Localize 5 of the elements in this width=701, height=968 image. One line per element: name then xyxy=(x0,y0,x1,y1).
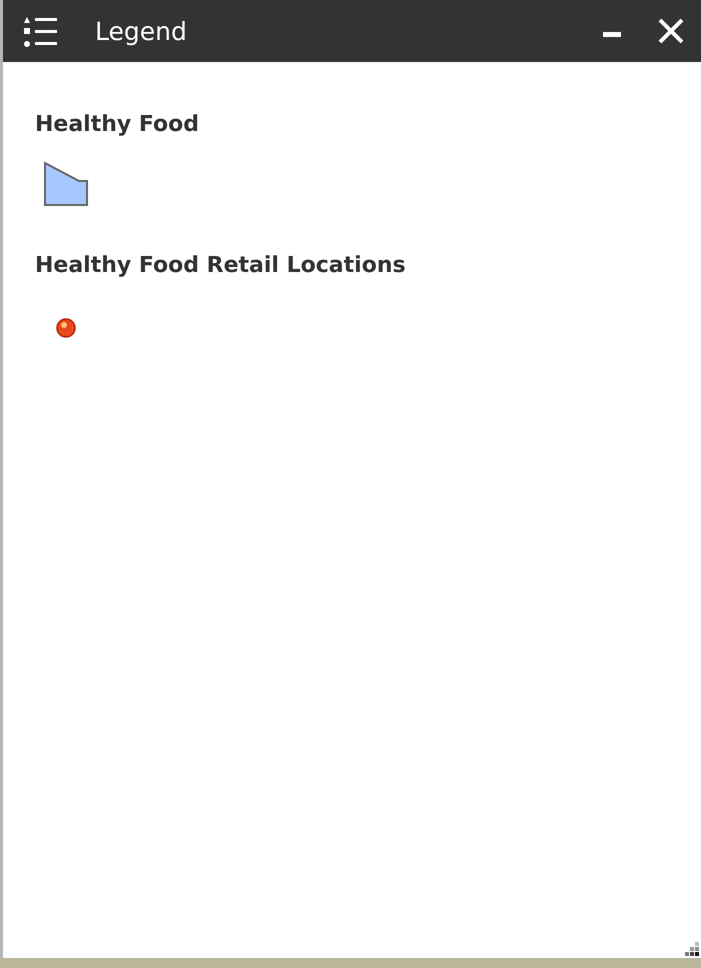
layer-title: Healthy Food xyxy=(35,112,200,137)
window-title: Legend xyxy=(95,16,188,46)
resize-grip-icon[interactable] xyxy=(685,942,699,956)
layer-title: Healthy Food Retail Locations xyxy=(35,253,407,278)
close-button[interactable] xyxy=(657,17,685,45)
